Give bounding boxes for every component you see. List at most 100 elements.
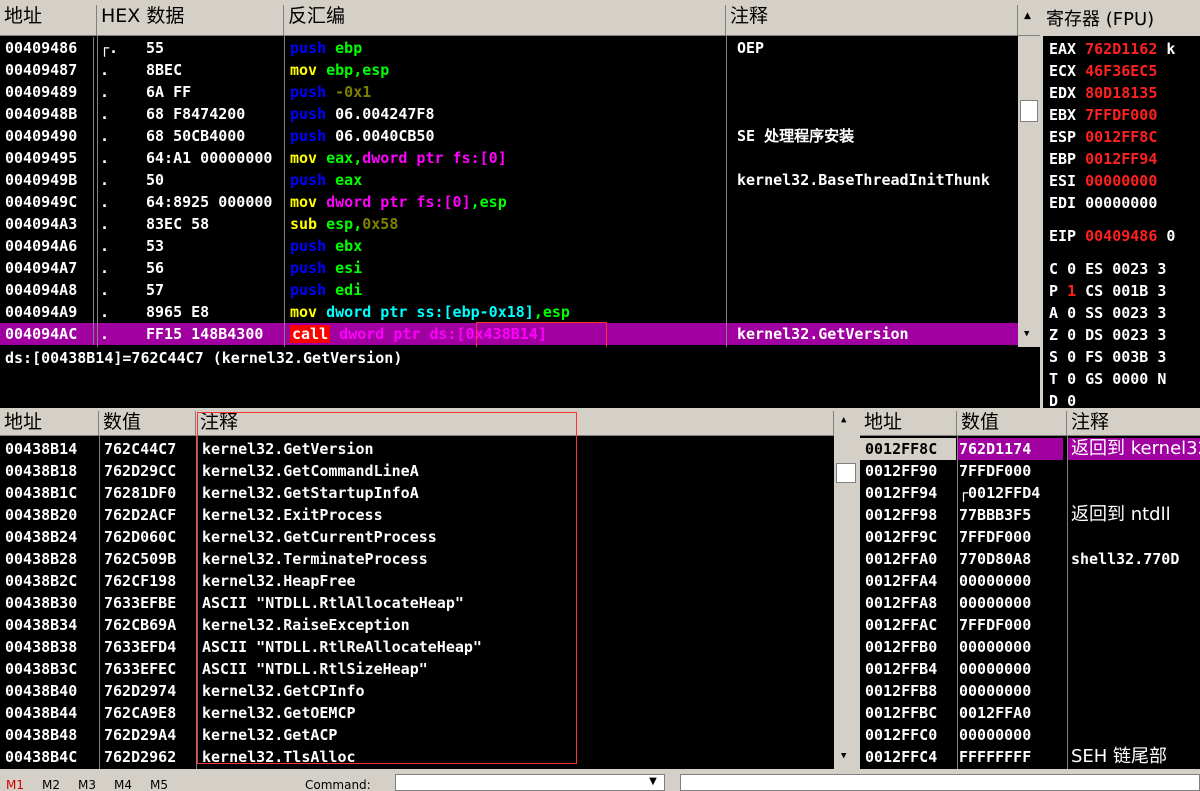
dump-value[interactable]: 762D2ACF — [102, 504, 194, 526]
flag-value[interactable]: 0 — [1067, 348, 1076, 366]
tab-m2[interactable]: M2 — [42, 779, 60, 791]
register-edi[interactable]: EDI 00000000 — [1049, 192, 1157, 214]
scroll-down-icon[interactable]: ▼ — [1024, 329, 1029, 339]
stack-row[interactable]: 0012FFA0 770D80A8 shell32.770D — [860, 548, 1200, 570]
disassembly-row[interactable]: 00409489. 6A FF push -0x1 — [0, 81, 1018, 103]
dump-value[interactable]: 762D2974 — [102, 680, 194, 702]
stack-row[interactable]: 0012FFA4 00000000 — [860, 570, 1200, 592]
stack-value[interactable]: 00000000 — [957, 724, 1063, 746]
cpu-scrollbar[interactable]: ▼ — [1018, 36, 1040, 347]
dump-address[interactable]: 00438B30 — [0, 592, 96, 614]
flag-row[interactable]: T 0 GS 0000 N — [1049, 368, 1166, 390]
register-value[interactable]: 0012FF8C — [1085, 128, 1157, 146]
dump-value[interactable]: 762CB69A — [102, 614, 194, 636]
dump-value[interactable]: 7633EFEC — [102, 658, 194, 680]
dump-address[interactable]: 00438B28 — [0, 548, 96, 570]
flag-row[interactable]: C 0 ES 0023 3 — [1049, 258, 1166, 280]
flag-row[interactable]: Z 0 DS 0023 3 — [1049, 324, 1166, 346]
flag-value[interactable]: 0 — [1067, 260, 1076, 278]
disassembly-text[interactable]: push eax — [287, 169, 724, 191]
instruction-address[interactable]: 004094A9 — [0, 301, 94, 323]
disassembly-row[interactable]: 00409486 ┌. 55 push ebp OEP — [0, 37, 1018, 59]
stack-address[interactable]: 0012FFB0 — [860, 636, 956, 658]
instruction-address[interactable]: 00409495 — [0, 147, 94, 169]
stack-value[interactable]: 7FFDF000 — [957, 614, 1063, 636]
dump-address[interactable]: 00438B4C — [0, 746, 96, 768]
stack-value[interactable]: 770D80A8 — [957, 548, 1063, 570]
register-eip[interactable]: EIP 00409486 0 — [1049, 225, 1175, 247]
instruction-address[interactable]: 004094A7 — [0, 257, 94, 279]
stack-address[interactable]: 0012FFB8 — [860, 680, 956, 702]
stack-address[interactable]: 0012FFC4 — [860, 746, 956, 768]
stack-row[interactable]: 0012FFB4 00000000 — [860, 658, 1200, 680]
stack-row[interactable]: 0012FFBC 0012FFA0 — [860, 702, 1200, 724]
column-header-hex-data[interactable]: HEX 数据 — [97, 5, 284, 36]
register-ebx[interactable]: EBX 7FFDF000 — [1049, 104, 1157, 126]
disassembly-row[interactable]: 00409487. 8BEC mov ebp,esp — [0, 59, 1018, 81]
register-esp[interactable]: ESP 0012FF8C — [1049, 126, 1157, 148]
register-value[interactable]: 00000000 — [1085, 172, 1157, 190]
stack-value[interactable]: 00000000 — [957, 636, 1063, 658]
stack-value[interactable]: 762D1174 — [957, 438, 1063, 460]
tab-m3[interactable]: M3 — [78, 779, 96, 791]
register-value[interactable]: 00409486 — [1085, 227, 1157, 245]
stack-address[interactable]: 0012FFA4 — [860, 570, 956, 592]
register-eax[interactable]: EAX 762D1162 k — [1049, 38, 1175, 60]
disassembly-row[interactable]: 0040949B. 50 push eax kernel32.BaseThreadIn… — [0, 169, 1018, 191]
stack-row[interactable]: 0012FFC4 FFFFFFFF SEH 链尾部 — [860, 746, 1200, 768]
stack-row[interactable]: 0012FF9C 7FFDF000 — [860, 526, 1200, 548]
stack-value[interactable]: 0012FFA0 — [957, 702, 1063, 724]
stack-row[interactable]: 0012FF94 ┌0012FFD4 — [860, 482, 1200, 504]
dump-address[interactable]: 00438B48 — [0, 724, 96, 746]
flag-row[interactable]: P 1 CS 001B 3 — [1049, 280, 1166, 302]
dump-value[interactable]: 762D2962 — [102, 746, 194, 768]
dump-value[interactable]: 762C44C7 — [102, 438, 194, 460]
disassembly-text[interactable]: push 06.0040CB50 — [287, 125, 724, 147]
disassembly-text[interactable]: mov eax,dword ptr fs:[0] — [287, 147, 724, 169]
dump-address[interactable]: 00438B24 — [0, 526, 96, 548]
dump-address[interactable]: 00438B14 — [0, 438, 96, 460]
registers-title[interactable]: 寄存器 (FPU) — [1043, 5, 1200, 36]
stack-address[interactable]: 0012FF8C — [860, 438, 956, 460]
instruction-address[interactable]: 004094A8 — [0, 279, 94, 301]
dump-address[interactable]: 00438B34 — [0, 614, 96, 636]
instruction-address[interactable]: 00409487 — [0, 59, 94, 81]
stack-row[interactable]: 0012FFC0 00000000 — [860, 724, 1200, 746]
stack-value[interactable]: 00000000 — [957, 680, 1063, 702]
disassembly-text[interactable]: sub esp,0x58 — [287, 213, 724, 235]
instruction-address[interactable]: 0040949C — [0, 191, 94, 213]
disassembly-row[interactable]: 0040948B. 68 F8474200 push 06.004247F8 — [0, 103, 1018, 125]
disassembly-row[interactable]: 004094A6. 53 push ebx — [0, 235, 1018, 257]
stack-value[interactable]: 7FFDF000 — [957, 526, 1063, 548]
register-ebp[interactable]: EBP 0012FF94 — [1049, 148, 1157, 170]
scroll-up-button[interactable]: ▲ — [1018, 5, 1040, 36]
dump-value[interactable]: 7633EFBE — [102, 592, 194, 614]
stack-row[interactable]: 0012FFB8 00000000 — [860, 680, 1200, 702]
scroll-thumb[interactable] — [1020, 100, 1038, 122]
stack-address[interactable]: 0012FF9C — [860, 526, 956, 548]
scroll-down-icon[interactable]: ▼ — [841, 751, 846, 761]
stack-value[interactable]: FFFFFFFF — [957, 746, 1063, 768]
stack-address[interactable]: 0012FFAC — [860, 614, 956, 636]
stack-address[interactable]: 0012FF94 — [860, 482, 956, 504]
stack-address[interactable]: 0012FFB4 — [860, 658, 956, 680]
column-header-value[interactable]: 数值 — [957, 411, 1067, 436]
disassembly-text[interactable]: push esi — [287, 257, 724, 279]
disassembly-text[interactable]: mov dword ptr ss:[ebp-0x18],esp — [287, 301, 724, 323]
instruction-address[interactable]: 0040949B — [0, 169, 94, 191]
flag-value[interactable]: 1 — [1067, 282, 1076, 300]
disassembly-row[interactable]: 004094A9. 8965 E8 mov dword ptr ss:[ebp-0x… — [0, 301, 1018, 323]
stack-value[interactable]: 77BBB3F5 — [957, 504, 1063, 526]
stack-row[interactable]: 0012FF8C 762D1174 返回到 kernel32 — [860, 438, 1200, 460]
stack-row[interactable]: 0012FF98 77BBB3F5 返回到 ntdll — [860, 504, 1200, 526]
register-value[interactable]: 46F36EC5 — [1085, 62, 1157, 80]
register-edx[interactable]: EDX 80D18135 — [1049, 82, 1157, 104]
disassembly-row[interactable]: 004094A8. 57 push edi — [0, 279, 1018, 301]
dump-value[interactable]: 762CF198 — [102, 570, 194, 592]
dump-value[interactable]: 762C509B — [102, 548, 194, 570]
stack-value[interactable]: 00000000 — [957, 592, 1063, 614]
stack-address[interactable]: 0012FFA8 — [860, 592, 956, 614]
stack-row[interactable]: 0012FFAC 7FFDF000 — [860, 614, 1200, 636]
instruction-address[interactable]: 004094A6 — [0, 235, 94, 257]
column-header-comment[interactable]: 注释 — [726, 5, 1018, 36]
